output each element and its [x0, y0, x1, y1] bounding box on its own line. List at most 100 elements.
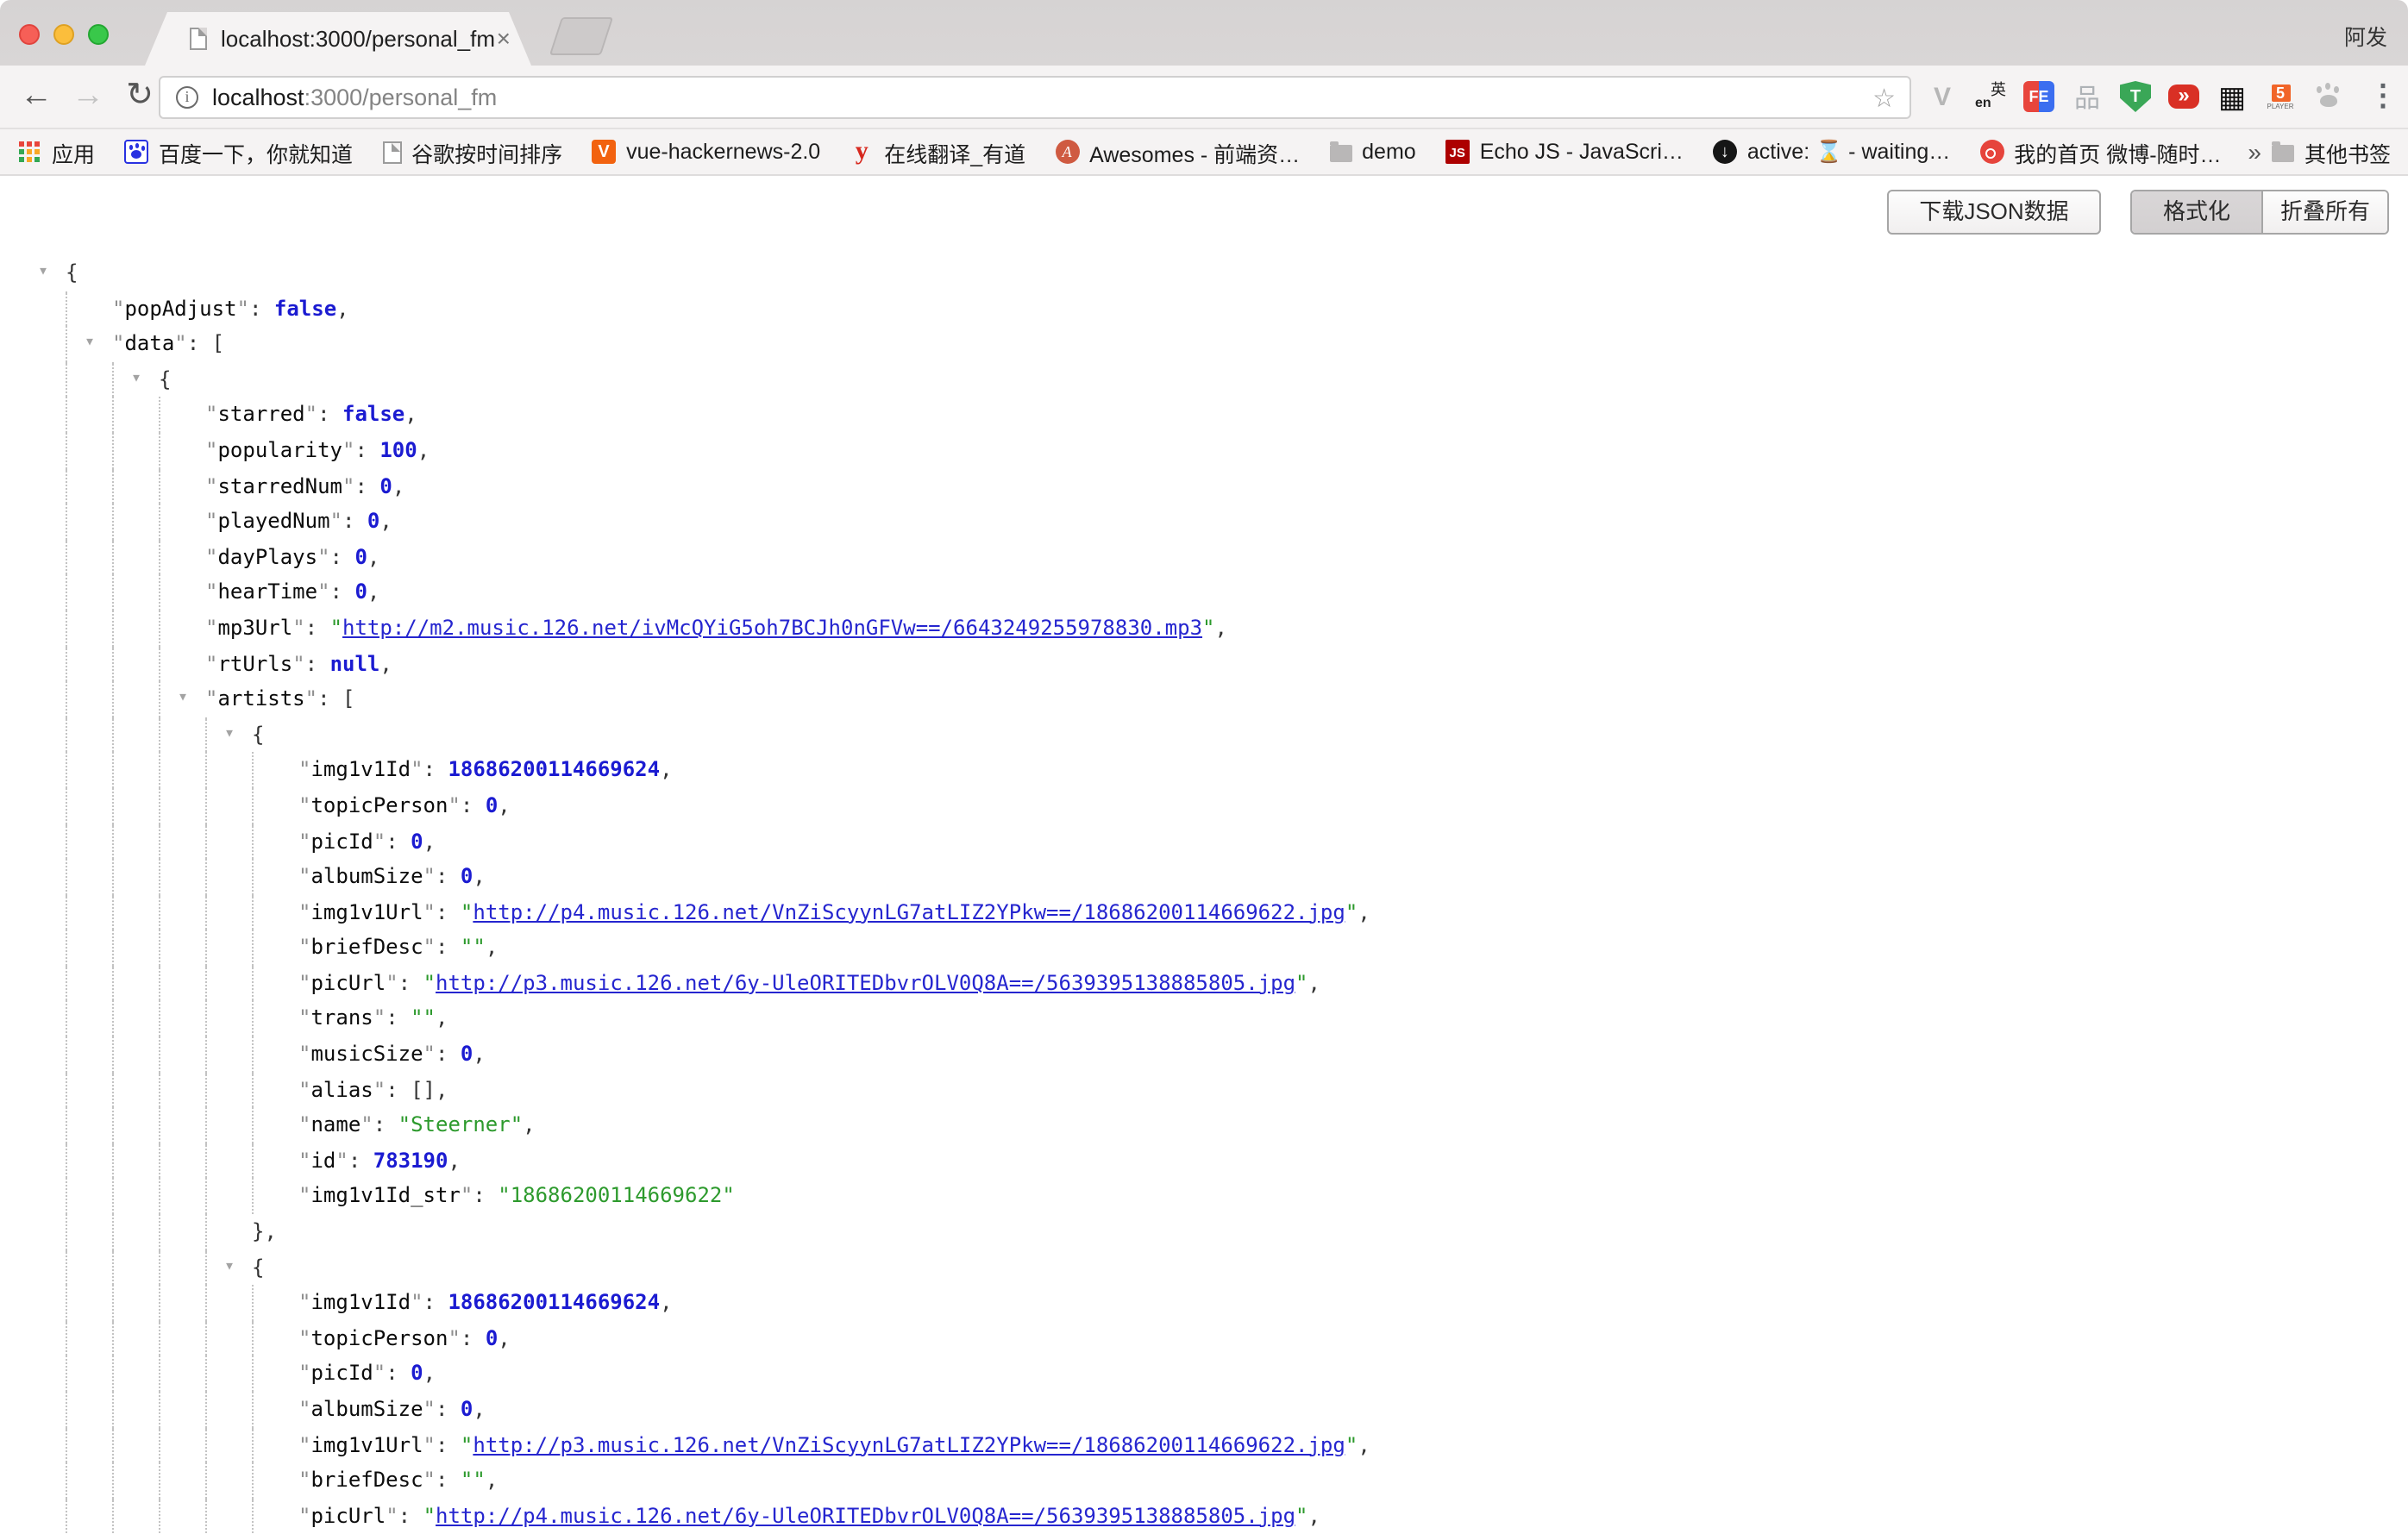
- forward-button[interactable]: →: [66, 74, 110, 119]
- json-key: popAdjust: [124, 296, 236, 320]
- browser-window: localhost:3000/personal_fm × 阿发 ← → ↻ i …: [0, 0, 2408, 1512]
- translate-icon[interactable]: 英en: [1975, 81, 2006, 112]
- indent-guide: [112, 1462, 114, 1498]
- address-bar[interactable]: i localhost:3000/personal_fm ☆: [159, 76, 1911, 119]
- json-key: starredNum: [217, 473, 342, 498]
- new-tab-button[interactable]: [549, 17, 613, 55]
- paw-icon[interactable]: [2313, 81, 2344, 112]
- bookmark-item[interactable]: JSEcho JS - JavaScri…: [1445, 140, 1684, 164]
- indent-guide: [252, 1427, 254, 1462]
- indent-guide: [159, 753, 160, 788]
- tab-close-icon[interactable]: ×: [497, 24, 511, 52]
- sitemap-icon[interactable]: 品: [2072, 81, 2103, 112]
- indent-guide: [112, 575, 114, 610]
- indent-guide: [66, 753, 67, 788]
- json-number: 0: [379, 473, 392, 498]
- indent-guide: [205, 1249, 207, 1285]
- quote: ": [373, 1006, 386, 1030]
- bookmark-item[interactable]: 谷歌按时间排序: [382, 135, 562, 168]
- json-link[interactable]: http://p3.music.126.net/6y-UleORITEDbvrO…: [436, 971, 1295, 995]
- indent-guide: [159, 1356, 160, 1392]
- fe-helper-icon[interactable]: FE: [2023, 81, 2054, 112]
- indent-guide: [66, 966, 67, 1001]
- reload-button[interactable]: ↻: [117, 74, 162, 119]
- indent-guide: [205, 966, 207, 1001]
- indent-guide: [112, 966, 114, 1001]
- indent-guide: [159, 1179, 160, 1214]
- json-punct: ,: [486, 936, 498, 960]
- site-info-icon[interactable]: i: [176, 86, 198, 109]
- html5-player-icon[interactable]: 5PLAYER: [2265, 81, 2296, 112]
- indent-guide: [205, 1214, 207, 1249]
- json-key: data: [124, 331, 174, 355]
- browser-menu-icon[interactable]: ⋮: [2368, 72, 2398, 121]
- collapse-all-button[interactable]: 折叠所有: [2261, 191, 2387, 233]
- quote: ": [386, 971, 398, 995]
- back-button[interactable]: ←: [14, 74, 59, 119]
- collapse-triangle-icon[interactable]: ▾: [131, 362, 141, 398]
- bookmark-item[interactable]: 百度一下，你就知道: [124, 135, 353, 168]
- json-punct: :: [317, 403, 342, 427]
- tab-title: localhost:3000/personal_fm: [221, 26, 495, 52]
- bookmark-item[interactable]: AAwesomes - 前端资…: [1055, 135, 1300, 168]
- indent-guide: [159, 398, 160, 433]
- json-link[interactable]: http://p4.music.126.net/VnZiScyynLG7atLI…: [473, 899, 1345, 924]
- bookmarks-overflow-chevron[interactable]: »: [2237, 138, 2272, 166]
- url-text[interactable]: localhost:3000/personal_fm: [212, 85, 497, 110]
- collapse-triangle-icon[interactable]: ▾: [224, 1249, 235, 1285]
- indent-guide: [159, 1036, 160, 1072]
- minimize-window-button[interactable]: [53, 24, 74, 45]
- quote: ": [411, 1290, 423, 1314]
- format-button[interactable]: 格式化: [2132, 191, 2261, 233]
- indent-guide: [205, 1108, 207, 1143]
- bookmark-item[interactable]: 我的首页 微博-随时…: [1979, 135, 2221, 168]
- indent-guide: [159, 1321, 160, 1356]
- quote: ": [205, 651, 217, 675]
- json-punct: :: [354, 473, 379, 498]
- bookmark-item[interactable]: ↓active: ⌛ - waiting…: [1713, 139, 1950, 165]
- bookmark-item[interactable]: demo: [1329, 140, 1416, 164]
- quote: ": [298, 971, 310, 995]
- json-link[interactable]: http://p3.music.126.net/VnZiScyynLG7atLI…: [473, 1432, 1345, 1456]
- quote: ": [205, 545, 217, 569]
- tampermonkey-icon[interactable]: T: [2120, 81, 2151, 112]
- bookmark-star-icon[interactable]: ☆: [1872, 83, 1896, 114]
- indent-guide: [159, 681, 160, 717]
- json-punct: :: [348, 1149, 373, 1173]
- download-json-button[interactable]: 下载JSON数据: [1887, 190, 2101, 235]
- indent-guide: [112, 823, 114, 859]
- profile-name[interactable]: 阿发: [2344, 19, 2387, 52]
- bookmark-item[interactable]: y在线翻译_有道: [850, 135, 1025, 168]
- indent-guide: [66, 930, 67, 966]
- json-punct: :: [436, 1397, 461, 1421]
- collapse-triangle-icon[interactable]: ▾: [178, 681, 188, 717]
- json-link[interactable]: http://m2.music.126.net/ivMcQYiG5oh7BCJh…: [342, 616, 1202, 640]
- video-speed-icon[interactable]: »: [2168, 85, 2199, 109]
- close-window-button[interactable]: [19, 24, 40, 45]
- json-line: "trans": "",: [0, 1001, 2408, 1036]
- json-punct: :: [386, 1006, 411, 1030]
- json-literal: false: [274, 296, 336, 320]
- json-number: 0: [486, 793, 498, 817]
- indent-guide: [159, 575, 160, 610]
- json-link[interactable]: http://p4.music.126.net/6y-UleORITEDbvrO…: [436, 1504, 1295, 1528]
- collapse-triangle-icon[interactable]: ▾: [224, 717, 235, 752]
- collapse-triangle-icon[interactable]: ▾: [38, 255, 48, 291]
- indent-guide: [66, 1143, 67, 1179]
- json-line: "mp3Url": "http://m2.music.126.net/ivMcQ…: [0, 610, 2408, 646]
- browser-tab[interactable]: localhost:3000/personal_fm ×: [145, 12, 531, 66]
- qr-code-icon[interactable]: ▦: [2217, 81, 2248, 112]
- page-content: 下载JSON数据 格式化 折叠所有 ▾{"popAdjust": false,▾…: [0, 176, 2408, 1512]
- indent-guide: [205, 859, 207, 894]
- indent-guide: [112, 1249, 114, 1285]
- other-bookmarks-folder[interactable]: 其他书签: [2272, 135, 2391, 168]
- indent-guide: [112, 1143, 114, 1179]
- json-line: "picId": 0,: [0, 823, 2408, 859]
- json-string: "": [461, 1468, 486, 1492]
- indent-guide: [205, 1499, 207, 1534]
- vue-devtools-icon[interactable]: V: [1927, 81, 1958, 112]
- bookmark-item[interactable]: 应用: [17, 135, 95, 168]
- maximize-window-button[interactable]: [88, 24, 109, 45]
- collapse-triangle-icon[interactable]: ▾: [85, 326, 95, 361]
- bookmark-item[interactable]: Vvue-hackernews-2.0: [592, 140, 820, 164]
